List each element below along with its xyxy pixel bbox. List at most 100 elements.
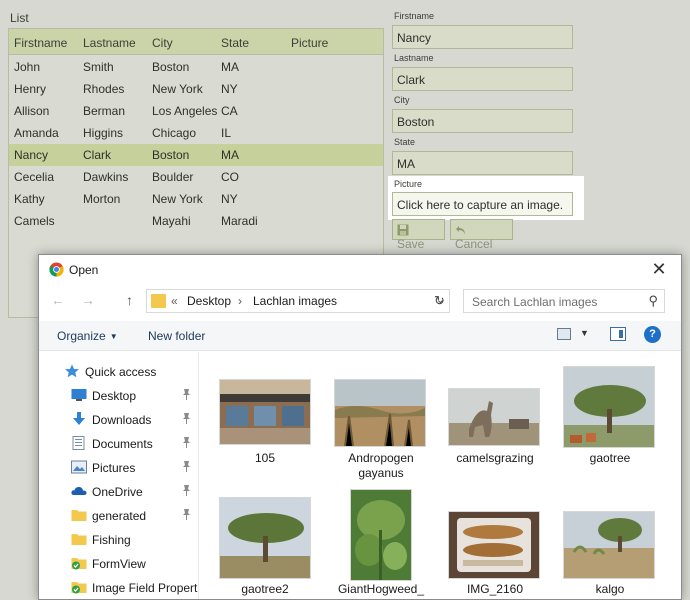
- pin-icon[interactable]: [182, 437, 191, 451]
- back-arrow-icon[interactable]: ←: [51, 292, 65, 308]
- cell-lastname: Berman: [83, 104, 126, 118]
- close-button[interactable]: ✕: [647, 259, 671, 280]
- sidebar-item-label: generated: [92, 509, 147, 523]
- sidebar-item-generated[interactable]: generated: [39, 504, 199, 528]
- search-input[interactable]: Search Lachlan images ⚲: [463, 289, 665, 313]
- file-thumbnail: [448, 511, 540, 579]
- table-row[interactable]: Camels Mayahi Maradi: [9, 210, 383, 232]
- save-label: Save: [397, 237, 425, 251]
- breadcrumb-separator-icon[interactable]: ›: [238, 294, 242, 308]
- sidebar-item-formview[interactable]: FormView: [39, 552, 199, 576]
- column-picture[interactable]: Picture: [291, 36, 328, 50]
- change-view-icon[interactable]: [557, 328, 571, 340]
- cell-state: NY: [221, 192, 238, 206]
- up-arrow-icon[interactable]: ↑: [126, 292, 133, 308]
- chrome-icon: [49, 262, 64, 277]
- file-name: Andropogen gayanus: [348, 451, 414, 480]
- table-row-selected[interactable]: Nancy Clark Boston MA: [9, 144, 383, 166]
- cell-state: IL: [221, 126, 232, 140]
- lastname-label: Lastname: [394, 53, 434, 63]
- pin-icon[interactable]: [182, 461, 191, 475]
- cell-firstname: Allison: [14, 104, 50, 118]
- breadcrumb-lachlan-images[interactable]: Lachlan images: [253, 294, 337, 308]
- address-bar[interactable]: « Desktop › Lachlan images ⌄: [146, 289, 450, 313]
- firstname-field[interactable]: Nancy: [392, 25, 573, 49]
- sidebar-item-pictures[interactable]: Pictures: [39, 456, 199, 480]
- picture-capture-field[interactable]: Click here to capture an image.: [392, 192, 573, 216]
- file-list[interactable]: 105 Andropogen gayanus camelsgrazing gao…: [200, 352, 680, 599]
- file-thumbnail: [350, 489, 412, 581]
- sidebar-item-downloads[interactable]: Downloads: [39, 408, 199, 432]
- pin-icon[interactable]: [182, 389, 191, 403]
- file-name: GiantHogweed_: [337, 582, 425, 596]
- pin-icon[interactable]: [182, 413, 191, 427]
- navigation-pane[interactable]: Quick access Desktop Downloads Documents…: [39, 352, 199, 599]
- cell-state: Maradi: [221, 214, 258, 228]
- new-folder-button[interactable]: New folder: [148, 329, 205, 343]
- sidebar-item-label: OneDrive: [92, 485, 143, 499]
- column-state[interactable]: State: [221, 36, 249, 50]
- cell-firstname: Camels: [14, 214, 55, 228]
- search-icon: ⚲: [648, 293, 658, 308]
- firstname-label: Firstname: [394, 11, 435, 21]
- file-name: kalgo: [595, 582, 625, 596]
- forward-arrow-icon[interactable]: →: [81, 292, 95, 308]
- sidebar-item-image-field-propert[interactable]: Image Field Propert: [39, 576, 199, 599]
- list-title: List: [10, 11, 29, 25]
- desktop-icon: [71, 388, 87, 402]
- save-disk-icon: [397, 224, 409, 236]
- save-button[interactable]: Save: [392, 219, 445, 251]
- sidebar-item-documents[interactable]: Documents: [39, 432, 199, 456]
- table-row[interactable]: Henry Rhodes New York NY: [9, 78, 383, 100]
- sidebar-item-label: Quick access: [85, 365, 157, 379]
- lastname-field[interactable]: Clark: [392, 67, 573, 91]
- sidebar-item-label: Fishing: [92, 533, 131, 547]
- cell-firstname: John: [14, 60, 41, 74]
- table-row[interactable]: Amanda Higgins Chicago IL: [9, 122, 383, 144]
- sidebar-item-label: Image Field Propert: [92, 581, 198, 595]
- table-row[interactable]: John Smith Boston MA: [9, 56, 383, 78]
- pin-icon[interactable]: [182, 509, 191, 523]
- table-row[interactable]: Cecelia Dawkins Boulder CO: [9, 166, 383, 188]
- city-field[interactable]: Boston: [392, 109, 573, 133]
- file-name: 105: [254, 451, 276, 465]
- document-icon: [71, 436, 87, 450]
- sidebar-item-desktop[interactable]: Desktop: [39, 384, 199, 408]
- pin-icon[interactable]: [182, 485, 191, 499]
- cell-city: Boulder: [152, 170, 194, 184]
- preview-pane-icon[interactable]: [610, 327, 626, 341]
- table-row[interactable]: Allison Berman Los Angeles CA: [9, 100, 383, 122]
- dialog-titlebar[interactable]: Open ✕: [39, 255, 681, 285]
- cancel-button[interactable]: Cancel: [450, 219, 513, 251]
- grid-header: Firstname Lastname City State Picture: [9, 29, 383, 55]
- cell-lastname: Rhodes: [83, 82, 125, 96]
- column-firstname[interactable]: Firstname: [14, 36, 67, 50]
- help-icon[interactable]: ?: [644, 326, 661, 343]
- star-icon: [64, 364, 80, 378]
- sidebar-item-label: Pictures: [92, 461, 136, 475]
- sidebar-item-label: FormView: [92, 557, 146, 571]
- sidebar-item-fishing[interactable]: Fishing: [39, 528, 199, 552]
- state-field[interactable]: MA: [392, 151, 573, 175]
- dialog-title: Open: [69, 263, 99, 277]
- organize-button[interactable]: Organize ▼: [57, 329, 118, 343]
- column-city[interactable]: City: [152, 36, 173, 50]
- table-row[interactable]: Kathy Morton New York NY: [9, 188, 383, 210]
- cell-firstname: Nancy: [14, 148, 49, 162]
- column-lastname[interactable]: Lastname: [83, 36, 136, 50]
- sidebar-item-quick-access[interactable]: Quick access: [39, 360, 199, 384]
- breadcrumb-overflow-icon[interactable]: «: [171, 294, 178, 308]
- breadcrumb-desktop[interactable]: Desktop: [187, 294, 231, 308]
- organize-label: Organize: [57, 329, 106, 343]
- cell-city: Los Angeles: [152, 104, 218, 118]
- view-options-chevron-icon[interactable]: ▼: [580, 328, 589, 338]
- refresh-icon[interactable]: ↻: [430, 289, 450, 313]
- cell-lastname: Smith: [83, 60, 114, 74]
- folder-icon: [71, 508, 87, 522]
- open-file-dialog[interactable]: Open ✕ ← → ↑ « Desktop › Lachlan images …: [38, 254, 682, 600]
- picture-icon: [71, 460, 87, 474]
- sidebar-item-onedrive[interactable]: OneDrive: [39, 480, 199, 504]
- file-thumbnail: [219, 497, 311, 579]
- cell-state: MA: [221, 148, 239, 162]
- file-thumbnail: [563, 366, 655, 448]
